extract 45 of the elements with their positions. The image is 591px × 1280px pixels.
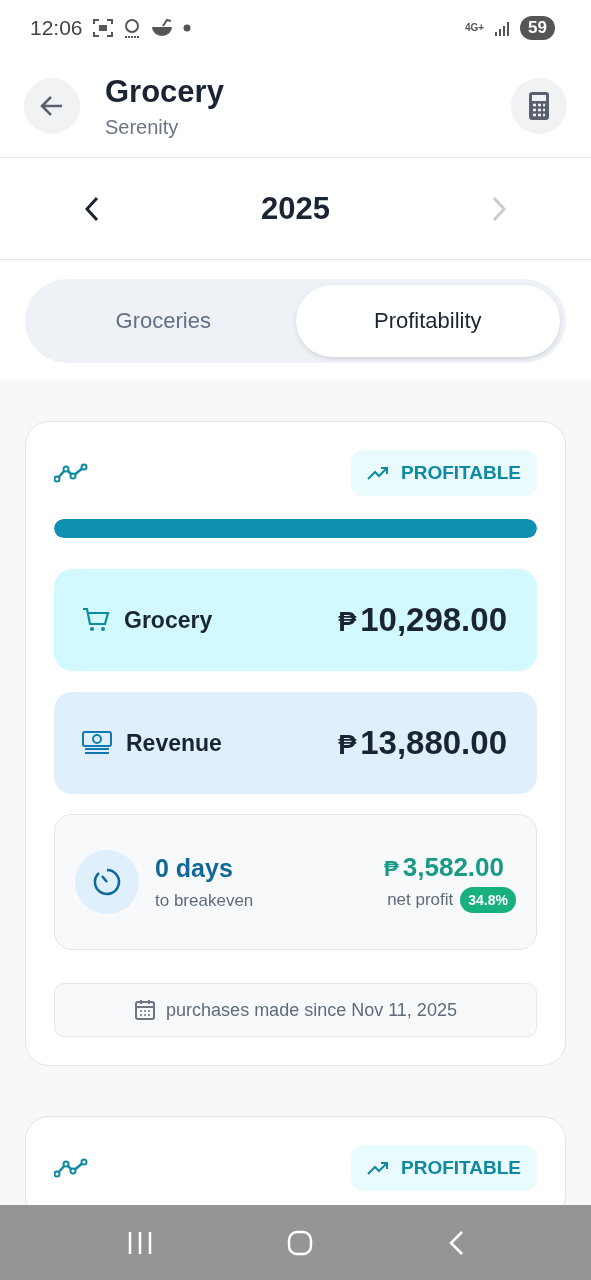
signal-icon: [494, 19, 511, 36]
cart-icon: [82, 607, 110, 633]
row-amount: ₱13,880.00: [338, 724, 507, 762]
row-label: Revenue: [126, 729, 223, 757]
net-profit-caption: net profit: [387, 889, 454, 910]
recent-apps-button[interactable]: [127, 1230, 154, 1255]
back-icon: [447, 1229, 464, 1256]
line-chart-icon: [54, 1158, 88, 1178]
chevron-left-icon: [84, 195, 100, 222]
tab[interactable]: Profitability: [295, 285, 560, 357]
trending-up-icon: [367, 466, 389, 480]
banknote-icon: [82, 731, 112, 755]
status-label: PROFITABLE: [401, 1157, 521, 1179]
back-arrow-icon: [40, 95, 64, 117]
date-note-text: purchases made since Nov 11, 2025: [166, 999, 457, 1021]
year-label: 2025: [261, 190, 330, 227]
back-button[interactable]: [24, 78, 80, 134]
tab[interactable]: Groceries: [31, 285, 296, 357]
calculator-icon: [529, 92, 549, 120]
net-profit-amount: ₱3,582.00: [384, 851, 504, 883]
status-label: PROFITABLE: [401, 462, 521, 484]
notification-icon: [122, 17, 141, 38]
row-label: Grocery: [124, 606, 214, 634]
calendar-icon: [134, 999, 157, 1021]
back-nav-button[interactable]: [447, 1229, 464, 1256]
recent-apps-icon: [127, 1230, 154, 1255]
home-icon: [287, 1229, 314, 1256]
page-subtitle: Serenity: [105, 115, 180, 139]
calculator-button[interactable]: [511, 78, 567, 134]
home-button[interactable]: [287, 1229, 314, 1256]
breakeven-days: 0 days: [155, 853, 369, 883]
timer-icon: [92, 867, 122, 897]
breakeven-caption: to breakeven: [155, 890, 255, 911]
battery-level: 59: [520, 15, 555, 40]
trending-up-icon: [367, 1161, 389, 1175]
screenshot-icon: [92, 18, 113, 37]
row-amount: ₱10,298.00: [338, 601, 507, 639]
bowl-icon: [150, 18, 173, 37]
network-type: 4G+: [464, 22, 485, 33]
percent-badge: 34.8%: [460, 886, 516, 913]
chevron-right-icon: [491, 195, 507, 222]
line-chart-icon: [54, 463, 88, 483]
clock-time: 12:06: [30, 15, 83, 40]
page-title: Grocery: [105, 73, 225, 110]
dot-icon: [182, 23, 191, 32]
